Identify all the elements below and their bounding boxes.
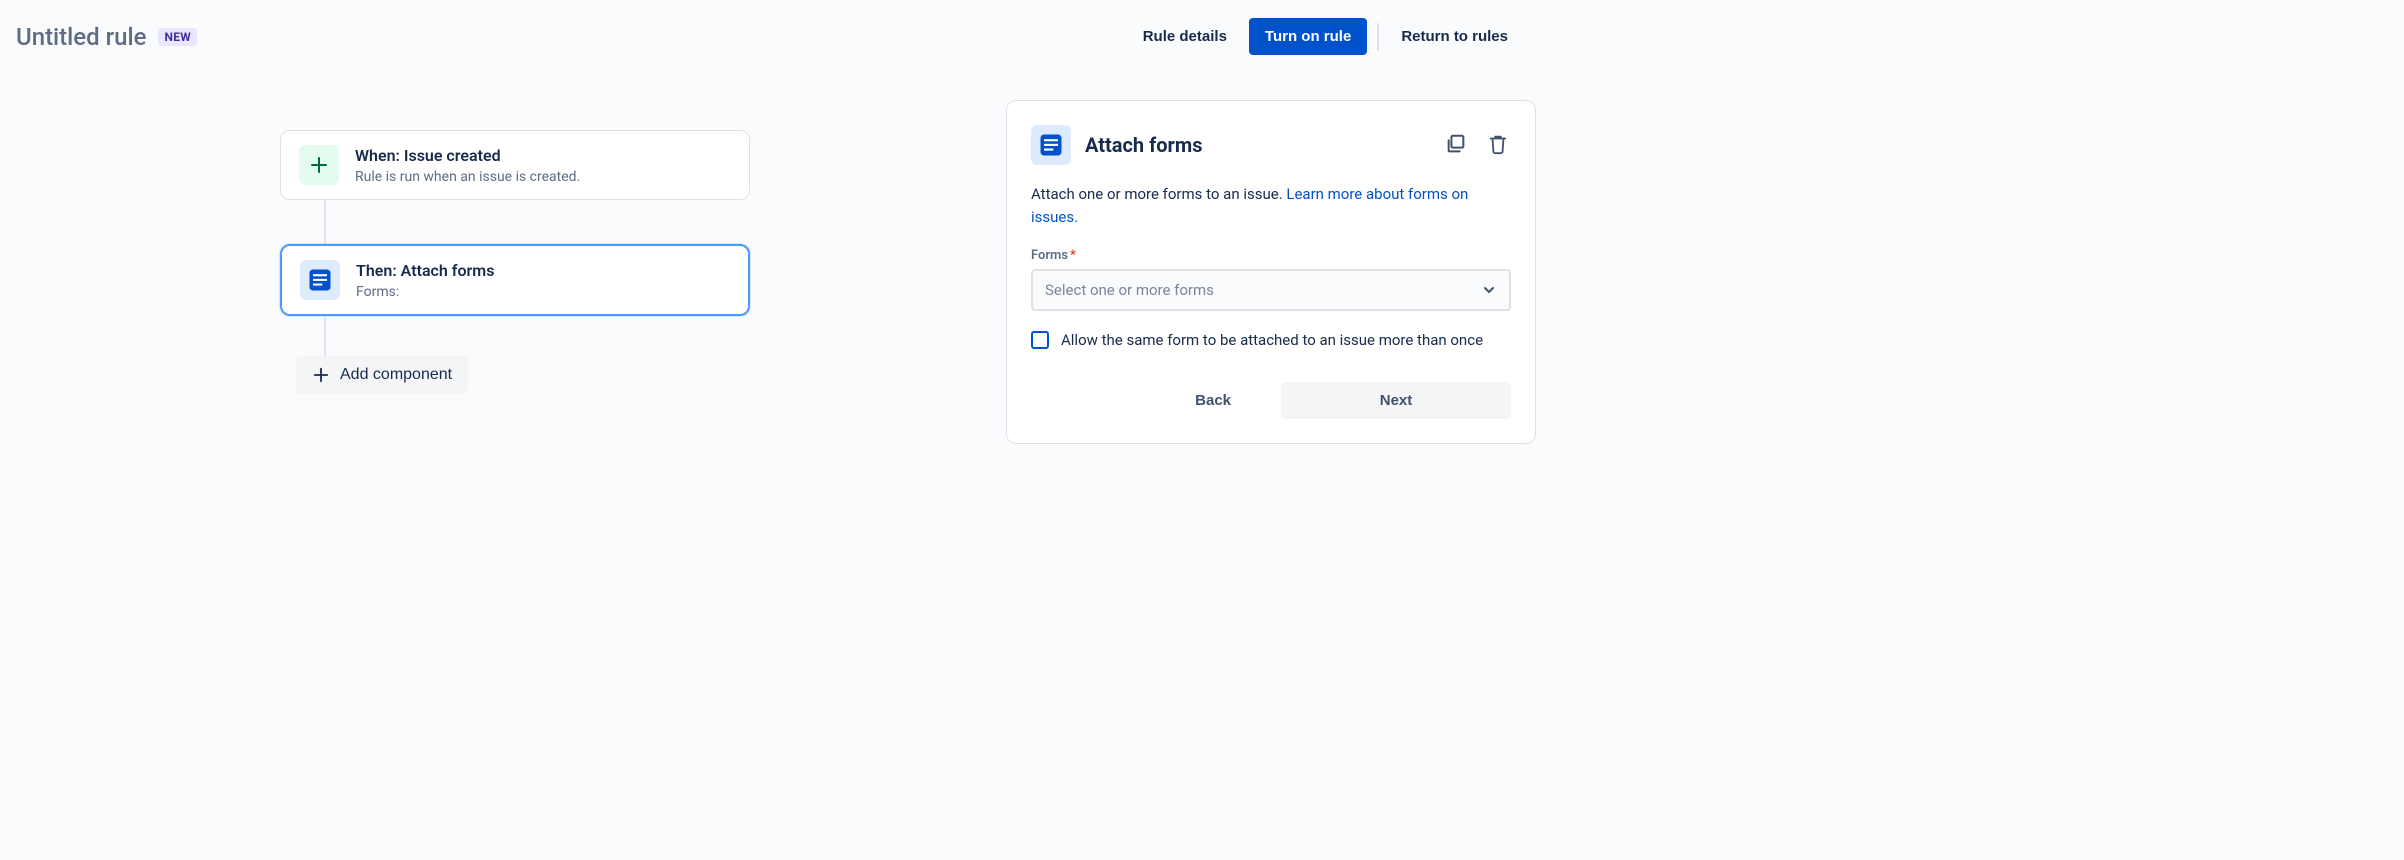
form-icon — [1031, 125, 1071, 165]
panel-description-text: Attach one or more forms to an issue. — [1031, 185, 1286, 203]
divider — [1377, 23, 1379, 51]
duplicate-icon — [1445, 133, 1467, 155]
badge-new: NEW — [158, 28, 197, 46]
panel-description: Attach one or more forms to an issue. Le… — [1031, 183, 1511, 228]
form-icon — [300, 260, 340, 300]
duplicate-button[interactable] — [1443, 131, 1469, 160]
trash-icon — [1487, 133, 1509, 155]
trigger-subtitle: Rule is run when an issue is created. — [355, 169, 580, 185]
trigger-node[interactable]: When: Issue created Rule is run when an … — [280, 130, 750, 200]
details-panel: Attach forms Attach one or more forms to… — [1006, 100, 1536, 444]
chevron-down-icon — [1481, 282, 1497, 298]
plus-icon — [299, 145, 339, 185]
required-indicator: * — [1070, 248, 1076, 263]
rule-details-button[interactable]: Rule details — [1131, 20, 1239, 53]
allow-duplicate-checkbox[interactable] — [1031, 331, 1049, 349]
plus-icon — [312, 366, 330, 384]
connector-line — [324, 200, 326, 244]
return-to-rules-button[interactable]: Return to rules — [1389, 20, 1520, 53]
back-button[interactable]: Back — [1153, 382, 1273, 419]
action-title: Then: Attach forms — [356, 261, 494, 280]
turn-on-rule-button[interactable]: Turn on rule — [1249, 18, 1367, 55]
next-button[interactable]: Next — [1281, 382, 1511, 419]
rule-title[interactable]: Untitled rule — [16, 23, 146, 51]
add-component-label: Add component — [340, 366, 452, 384]
forms-select[interactable]: Select one or more forms — [1031, 269, 1511, 311]
allow-duplicate-label: Allow the same form to be attached to an… — [1061, 329, 1483, 352]
action-node[interactable]: Then: Attach forms Forms: — [280, 244, 750, 316]
trigger-title: When: Issue created — [355, 146, 580, 165]
forms-label: Forms* — [1031, 248, 1511, 263]
panel-title: Attach forms — [1085, 133, 1202, 157]
connector-line — [324, 316, 326, 356]
add-component-button[interactable]: Add component — [296, 356, 468, 394]
action-subtitle: Forms: — [356, 284, 494, 300]
forms-placeholder: Select one or more forms — [1045, 281, 1214, 299]
delete-button[interactable] — [1485, 131, 1511, 160]
